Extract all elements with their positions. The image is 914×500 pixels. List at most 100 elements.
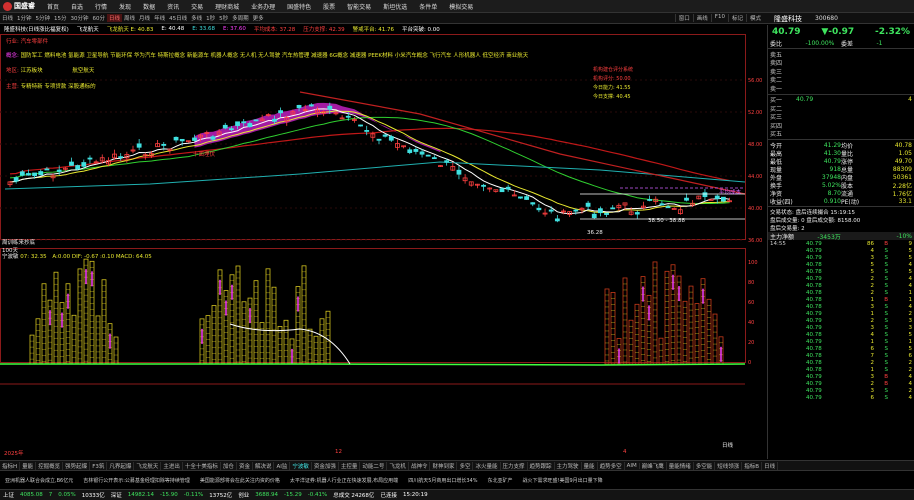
period-tab-3[interactable]: 15分	[52, 14, 69, 22]
menu-item-2[interactable]: 行情	[89, 2, 113, 11]
tick-row[interactable]: 40.78 2 S 1	[768, 289, 914, 296]
indicator-tab-23[interactable]: 趋势跟踪	[528, 461, 555, 470]
indicator-tab-19[interactable]: 财神到家	[430, 461, 458, 470]
indicator-tab-12[interactable]: AI监	[274, 461, 291, 470]
news-item-6[interactable]: 战火下需求旺盛!美国9月出口量下降	[518, 477, 608, 484]
news-item-5[interactable]: 东北亚矿产	[482, 477, 517, 484]
tick-row[interactable]: 40.78 2 S 4	[768, 282, 914, 289]
indicator-tab-17[interactable]: 飞龙机	[387, 461, 409, 470]
period-tab-6[interactable]: 日线	[107, 14, 123, 22]
indicator-tab-26[interactable]: 趋势多空	[598, 461, 625, 470]
period-tab-2[interactable]: 5分钟	[34, 14, 53, 22]
period-tab-7[interactable]: 周线	[122, 14, 137, 22]
menu-item-12[interactable]: 斯坦优选	[377, 2, 413, 11]
indicator-tab-14[interactable]: 资金加强	[312, 461, 339, 470]
tool-button-1[interactable]: 画线	[692, 14, 711, 22]
period-tab-12[interactable]: 1秒	[204, 14, 217, 22]
indicator-tab-10[interactable]: 资金	[237, 461, 253, 470]
menu-item-4[interactable]: 数据	[137, 2, 161, 11]
tick-row[interactable]: 40.79 4 S 5	[768, 247, 914, 254]
main-flow-row[interactable]: 主力净额 -3453万 -10%	[768, 232, 914, 241]
tick-row[interactable]: 40.78 4 S 5	[768, 331, 914, 338]
menu-item-6[interactable]: 交易	[185, 2, 209, 11]
indicator-tab-16[interactable]: 动能二号	[360, 461, 388, 470]
period-tab-13[interactable]: 5秒	[217, 14, 230, 22]
indicator-tab-20[interactable]: 多空	[457, 461, 474, 470]
indicator-tab-28[interactable]: 巅峰飞鹰	[640, 461, 667, 470]
indicator-tab-1[interactable]: 量能	[20, 461, 37, 470]
tool-button-2[interactable]: F10	[710, 14, 728, 22]
chart-area[interactable]: 56.00 52.00 48.00 44.00 40.00 36.00 100 80 60 40 2…	[0, 34, 764, 459]
menu-item-13[interactable]: 条件单	[413, 2, 443, 11]
menu-item-11[interactable]: 智能交易	[341, 2, 377, 11]
news-item-0[interactable]: 亚洲机器人联合会成立,B6亿元	[0, 477, 78, 484]
indicator-tab-2[interactable]: 控掘概览	[36, 461, 64, 470]
menu-item-3[interactable]: 发现	[113, 2, 137, 11]
period-tab-14[interactable]: 多周期	[230, 14, 251, 22]
period-tab-10[interactable]: 45日线	[167, 14, 189, 22]
tick-row[interactable]: 40.78 2 S 2	[768, 359, 914, 366]
indicator-tab-25[interactable]: 量能	[582, 461, 598, 470]
tool-button-3[interactable]: 标记	[727, 14, 746, 22]
tick-row[interactable]: 40.79 6 S 4	[768, 394, 914, 401]
tick-row[interactable]: 40.79 1 S 1	[768, 338, 914, 345]
tick-row[interactable]: 40.79 2 S 3	[768, 317, 914, 324]
period-tab-15[interactable]: 更多	[251, 14, 266, 22]
tick-list[interactable]: 14:55 40.79 86 B 9 40.79 4 S 5 40.79 3 S 5 40.78 5 S 4 40…	[768, 240, 914, 401]
indicator-tab-21[interactable]: 冰火量能	[473, 461, 501, 470]
menu-item-7[interactable]: 理财商城	[209, 2, 245, 11]
tick-row[interactable]: 40.78 6 S 5	[768, 345, 914, 352]
tick-row[interactable]: 40.78 7 S 6	[768, 352, 914, 359]
candlestick-chart[interactable]: 56.0052.0048.0044.0040.0036.001008060402…	[0, 34, 764, 459]
tick-row[interactable]: 40.79 3 S 5	[768, 254, 914, 261]
tick-row[interactable]: 40.78 1 S 2	[768, 366, 914, 373]
indicator-tab-33[interactable]: 日线	[762, 461, 779, 470]
news-item-2[interactable]: 美国能源部将会在此关注内资的价格	[195, 477, 285, 484]
indicator-tab-22[interactable]: 压力支撑	[501, 461, 528, 470]
tool-button-0[interactable]: 窗口	[674, 14, 693, 22]
period-tab-8[interactable]: 月线	[137, 14, 152, 22]
menu-item-1[interactable]: 自选	[65, 2, 89, 11]
menu-item-10[interactable]: 股票	[317, 2, 341, 11]
period-tab-9[interactable]: 年线	[152, 14, 167, 22]
tool-button-4[interactable]: 模式	[745, 14, 764, 22]
period-tab-1[interactable]: 1分钟	[15, 14, 34, 22]
indicator-tab-0[interactable]: 指标H	[0, 461, 21, 470]
indicator-tab-15[interactable]: 主控量	[339, 461, 361, 470]
indicator-tab-3[interactable]: 强势起爆	[63, 461, 91, 470]
period-tab-5[interactable]: 60分	[91, 14, 108, 22]
menu-item-5[interactable]: 资讯	[161, 2, 185, 11]
tick-row[interactable]: 40.78 3 S 4	[768, 303, 914, 310]
tick-row[interactable]: 14:55 40.79 86 B 9	[768, 240, 914, 247]
indicator-tab-8[interactable]: 十全十美指标	[183, 461, 221, 470]
tick-row[interactable]: 40.78 5 S 5	[768, 268, 914, 275]
tick-row[interactable]: 40.79 3 S 3	[768, 324, 914, 331]
indicator-tab-9[interactable]: 加仓	[221, 461, 237, 470]
menu-item-8[interactable]: 业务办理	[245, 2, 281, 11]
tick-row[interactable]: 40.78 1 B 1	[768, 296, 914, 303]
indicator-tab-31[interactable]: 短线领涨	[715, 461, 743, 470]
tick-row[interactable]: 40.78 5 S 4	[768, 261, 914, 268]
tick-row[interactable]: 40.79 1 S 2	[768, 310, 914, 317]
news-item-3[interactable]: 太平洋证券:机器人行业正在快速发展,布局应用端	[285, 477, 403, 484]
indicator-tab-11[interactable]: 解决说	[253, 461, 275, 470]
news-item-4[interactable]: 四川航天5月商用出口增长34%	[403, 477, 482, 484]
tick-row[interactable]: 40.79 3 B 4	[768, 373, 914, 380]
period-tab-0[interactable]: 日线	[0, 14, 15, 22]
indicator-tab-5[interactable]: 凡界起爆	[107, 461, 135, 470]
news-item-1[interactable]: 吉林银行公开表示:公募基金经理扣除等持续管理	[78, 477, 195, 484]
indicator-tab-30[interactable]: 多空能	[694, 461, 716, 470]
period-tab-4[interactable]: 30分钟	[69, 14, 91, 22]
indicator-tab-7[interactable]: 主进出	[161, 461, 183, 470]
app-logo[interactable]: 国盛睿	[0, 1, 41, 11]
indicator-tab-24[interactable]: 主力驾驶	[555, 461, 582, 470]
indicator-tab-29[interactable]: 量能情绪	[667, 461, 694, 470]
indicator-tab-13[interactable]: 宁波敏	[290, 461, 312, 470]
indicator-tab-4[interactable]: F3筑	[90, 461, 108, 470]
tick-row[interactable]: 40.79 2 B 4	[768, 380, 914, 387]
indicator-tab-27[interactable]: AIM	[625, 462, 640, 469]
tick-row[interactable]: 40.79 3 S 2	[768, 387, 914, 394]
tick-row[interactable]: 40.79 2 S 4	[768, 275, 914, 282]
menu-item-9[interactable]: 国盛特色	[281, 2, 317, 11]
indicator-tab-18[interactable]: 战神令	[409, 461, 431, 470]
